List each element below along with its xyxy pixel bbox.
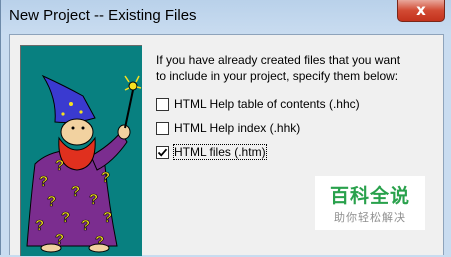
svg-text:?: ? bbox=[71, 183, 80, 200]
watermark-logo: 百科全说 助你轻松解决 bbox=[315, 176, 425, 230]
title-bar[interactable]: New Project -- Existing Files x bbox=[1, 0, 451, 33]
svg-text:?: ? bbox=[47, 193, 56, 210]
svg-text:?: ? bbox=[39, 173, 48, 190]
option-hhk-label: HTML Help index (.hhk) bbox=[174, 121, 301, 135]
option-htm[interactable]: HTML files (.htm) bbox=[156, 144, 316, 161]
wizard-illustration: ? ? ? ? ? ? ? ? ? ? ? ? bbox=[20, 45, 142, 256]
watermark-main-text: 百科全说 bbox=[329, 185, 410, 207]
svg-text:?: ? bbox=[61, 209, 70, 226]
svg-text:?: ? bbox=[35, 217, 44, 234]
close-icon: x bbox=[416, 1, 426, 19]
checkmark-icon bbox=[157, 148, 168, 157]
option-htm-label: HTML files (.htm) bbox=[173, 144, 267, 160]
svg-text:?: ? bbox=[55, 157, 64, 174]
window-title: New Project -- Existing Files bbox=[9, 7, 197, 24]
option-hhc-label: HTML Help table of contents (.hhc) bbox=[174, 97, 360, 111]
watermark-sub-text: 助你轻松解决 bbox=[334, 211, 406, 224]
option-hhc[interactable]: HTML Help table of contents (.hhc) bbox=[156, 97, 386, 113]
svg-text:?: ? bbox=[89, 191, 98, 208]
svg-text:?: ? bbox=[81, 217, 90, 234]
checkbox-hhk[interactable] bbox=[156, 122, 169, 135]
checkbox-htm[interactable] bbox=[156, 146, 169, 159]
wizard-art: ? ? ? ? ? ? ? ? ? ? ? ? bbox=[26, 74, 142, 253]
dialog-window: New Project -- Existing Files x ? ? ? ? … bbox=[0, 0, 451, 256]
checkbox-hhc[interactable] bbox=[156, 98, 169, 111]
instructions-text: If you have already created files that y… bbox=[156, 53, 401, 83]
close-button[interactable]: x bbox=[397, 0, 445, 22]
svg-text:?: ? bbox=[101, 169, 110, 186]
option-hhk[interactable]: HTML Help index (.hhk) bbox=[156, 121, 336, 137]
svg-text:?: ? bbox=[103, 209, 112, 226]
